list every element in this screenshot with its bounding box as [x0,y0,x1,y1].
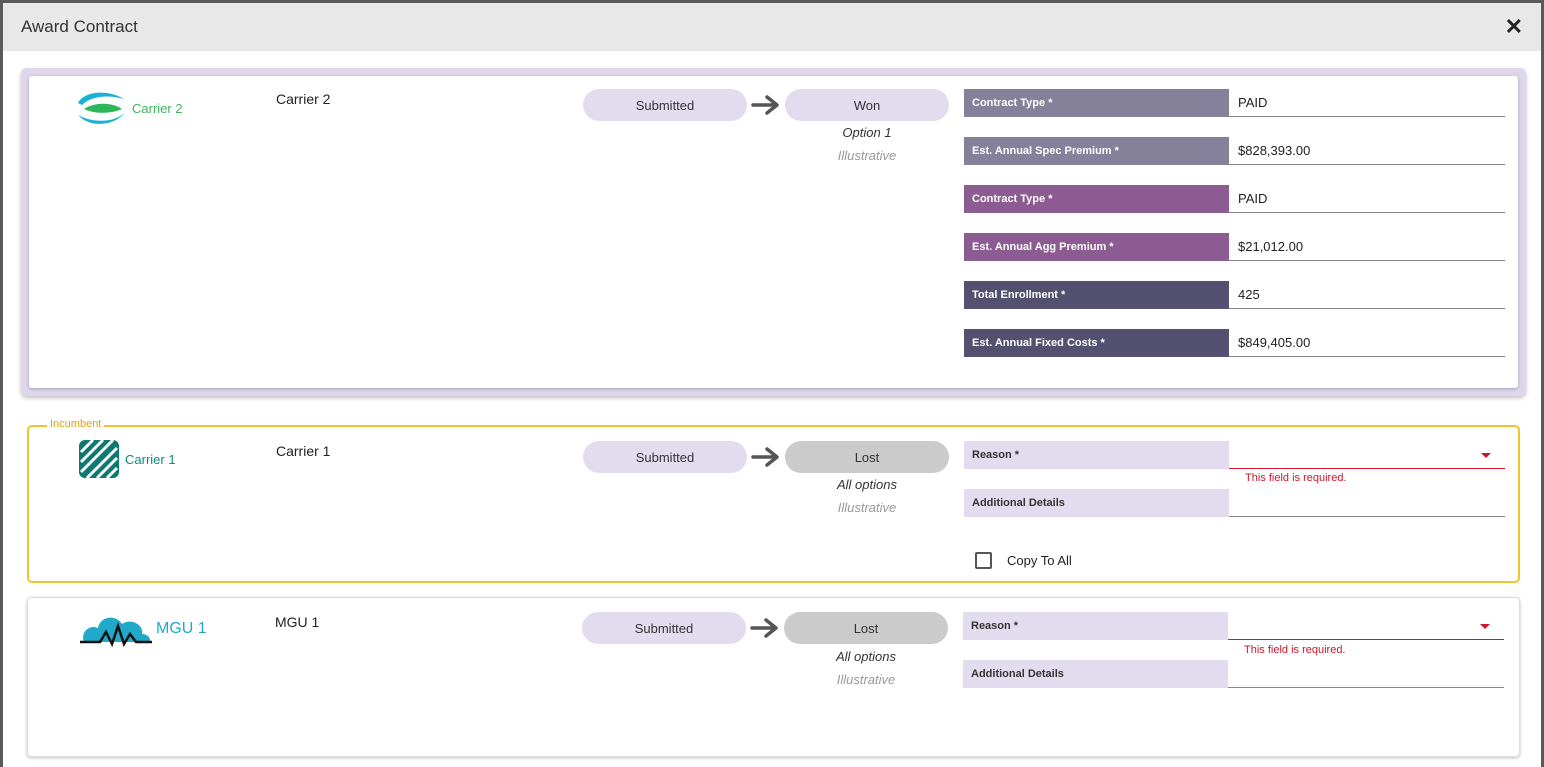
striped-logo-icon [79,438,119,480]
arrow-right-icon [751,447,779,467]
option-label: All options [836,649,896,664]
field-label: Contract Type * [964,89,1229,117]
status-submitted-pill: Submitted [583,89,747,121]
dropdown-caret-icon[interactable] [1480,624,1490,629]
carrier-name: Carrier 1 [276,443,331,459]
reason-select[interactable]: Reason * [963,612,1504,640]
field-value[interactable]: $849,405.00 [1229,329,1505,357]
illustrative-label: Illustrative [837,500,897,515]
carrier-card-inner: Carrier 2 Carrier 2 Submitted Won Option… [29,76,1518,388]
carrier-card-mgu: MGU 1 MGU 1 Submitted Lost All options I… [27,597,1520,757]
reason-value[interactable] [1228,612,1504,640]
field-label: Contract Type * [964,185,1229,213]
details-input[interactable] [1228,660,1504,688]
field-value[interactable]: PAID [1229,185,1505,213]
copy-to-all-row[interactable]: Copy To All [975,552,1072,569]
status-lost-pill: Lost [785,441,949,473]
spec-premium-field[interactable]: Est. Annual Spec Premium * $828,393.00 [964,137,1505,165]
modal-header: Award Contract ✕ [3,3,1541,51]
arrow-right-icon [751,95,779,115]
agg-premium-field[interactable]: Est. Annual Agg Premium * $21,012.00 [964,233,1505,261]
status-lost-pill: Lost [784,612,948,644]
carrier-2-logo-text: Carrier 2 [132,100,183,116]
field-label: Total Enrollment * [964,281,1229,309]
copy-to-all-label: Copy To All [1007,553,1072,568]
additional-details-field[interactable]: Additional Details [963,660,1504,688]
mgu-1-logo-text: MGU 1 [156,620,207,637]
mgu-1-logo: MGU 1 [80,610,207,648]
status-submitted-pill: Submitted [583,441,747,473]
reason-error: This field is required. [1245,472,1347,484]
field-value[interactable]: 425 [1229,281,1505,309]
contract-type-field[interactable]: Contract Type * PAID [964,89,1505,117]
swirl-logo-icon [78,92,124,124]
close-icon[interactable]: ✕ [1505,16,1523,38]
status-won-pill: Won [785,89,949,121]
illustrative-label: Illustrative [836,672,896,687]
status-submitted-pill: Submitted [582,612,746,644]
contract-type-agg-field[interactable]: Contract Type * PAID [964,185,1505,213]
field-label: Additional Details [963,660,1228,688]
carrier-name: Carrier 2 [276,91,331,107]
carrier-card-incumbent: Incumbent Carrier 1 Carrier 1 Submitted … [27,418,1520,583]
field-label: Est. Annual Agg Premium * [964,233,1229,261]
carrier-1-logo-text: Carrier 1 [125,451,176,467]
carrier-1-logo: Carrier 1 [77,438,176,480]
field-label: Est. Annual Fixed Costs * [964,329,1229,357]
field-value[interactable]: $21,012.00 [1229,233,1505,261]
modal-title: Award Contract [21,17,138,36]
field-value[interactable]: $828,393.00 [1229,137,1505,165]
field-value[interactable]: PAID [1229,89,1505,117]
cloud-logo-icon [80,617,152,648]
field-label: Reason * [964,441,1229,469]
dropdown-caret-icon[interactable] [1481,453,1491,458]
fixed-costs-field[interactable]: Est. Annual Fixed Costs * $849,405.00 [964,329,1505,357]
option-label: Option 1 [842,125,892,140]
reason-error: This field is required. [1244,644,1346,656]
field-label: Reason * [963,612,1228,640]
reason-value[interactable] [1229,441,1505,469]
reason-select[interactable]: Reason * [964,441,1505,469]
details-input[interactable] [1229,489,1505,517]
copy-to-all-checkbox[interactable] [975,552,992,569]
award-contract-modal: Award Contract ✕ Carrier 2 Carrier 2 Sub… [3,3,1541,767]
option-label: All options [837,477,897,492]
carrier-name: MGU 1 [275,614,320,630]
field-label: Est. Annual Spec Premium * [964,137,1229,165]
carrier-card-won: Carrier 2 Carrier 2 Submitted Won Option… [21,68,1526,396]
additional-details-field[interactable]: Additional Details [964,489,1505,517]
illustrative-label: Illustrative [837,148,897,163]
total-enrollment-field[interactable]: Total Enrollment * 425 [964,281,1505,309]
incumbent-tag: Incumbent [47,418,105,430]
carrier-2-logo: Carrier 2 [74,89,183,127]
arrow-right-icon [750,618,778,638]
field-label: Additional Details [964,489,1229,517]
